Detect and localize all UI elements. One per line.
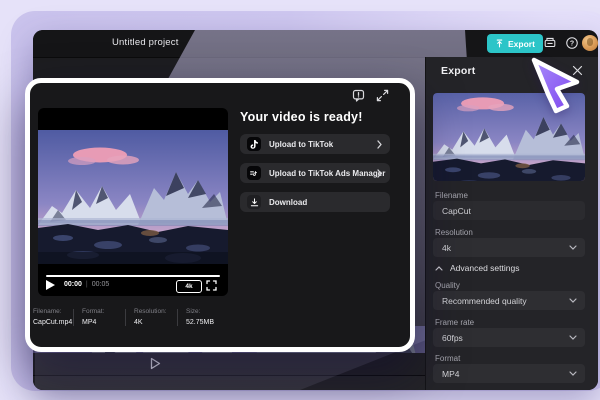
meta-size: Size: 52.75MB <box>186 308 214 326</box>
video-ready-dialog: 00:00 | 00:05 4k Your video is ready! Up… <box>25 78 415 352</box>
meta-label: Format: <box>82 308 105 315</box>
export-panel: Export Filename CapCut Resolution 4k Adv… <box>425 57 598 390</box>
tiktok-icon <box>247 137 261 151</box>
format-label: Format <box>435 354 461 363</box>
meta-divider <box>73 309 74 326</box>
advanced-settings-toggle[interactable]: Advanced settings <box>435 263 519 273</box>
help-icon[interactable]: ? <box>564 35 580 51</box>
advanced-settings-label: Advanced settings <box>450 263 520 273</box>
meta-label: Resolution: <box>134 308 167 315</box>
meta-divider <box>125 309 126 326</box>
upload-icon <box>496 39 503 48</box>
action-label: Download <box>269 197 308 207</box>
meta-value: 4K <box>134 319 143 326</box>
action-label: Upload to TikTok Ads Manager <box>269 168 386 178</box>
upload-tiktok-ads-button[interactable]: Upload to TikTok Ads Manager <box>240 163 390 183</box>
user-avatar[interactable] <box>582 35 598 51</box>
format-value: MP4 <box>442 368 460 379</box>
meta-divider <box>177 309 178 326</box>
export-panel-title: Export <box>441 65 476 77</box>
meta-label: Filename: <box>33 308 62 315</box>
resolution-label: Resolution <box>435 228 473 237</box>
filename-input[interactable]: CapCut <box>433 201 585 220</box>
export-thumbnail <box>433 93 585 181</box>
page-background: Untitled project Export ? Export Filenam… <box>0 0 600 400</box>
timeline-area <box>33 376 425 390</box>
project-title: Untitled project <box>112 37 179 48</box>
quality-value: Recommended quality <box>442 295 527 306</box>
feedback-icon[interactable] <box>352 89 365 102</box>
meta-resolution: Resolution: 4K <box>134 308 167 326</box>
chevron-right-icon <box>377 168 382 178</box>
filename-label: Filename <box>435 191 468 200</box>
export-button[interactable]: Export <box>487 34 543 53</box>
framerate-value: 60fps <box>442 332 463 343</box>
download-icon <box>247 195 261 209</box>
filename-value: CapCut <box>442 205 471 216</box>
format-dropdown[interactable]: MP4 <box>433 364 585 383</box>
quality-label: Quality <box>435 281 460 290</box>
printer-icon[interactable] <box>542 35 558 51</box>
export-button-label: Export <box>508 38 535 49</box>
duration: 00:05 <box>91 281 110 288</box>
tiktok-ads-icon <box>247 166 261 180</box>
chevron-up-icon <box>435 265 443 271</box>
video-player[interactable]: 00:00 | 00:05 4k <box>38 108 228 296</box>
player-toolbar <box>33 353 425 376</box>
meta-value: CapCut.mp4 <box>33 319 73 326</box>
current-time: 00:00 <box>64 281 82 288</box>
meta-value: MP4 <box>82 319 97 326</box>
time-separator: | <box>85 281 88 288</box>
quality-dropdown[interactable]: Recommended quality <box>433 291 585 310</box>
dialog-heading: Your video is ready! <box>240 110 363 124</box>
time-display: 00:00 | 00:05 <box>64 281 109 288</box>
meta-filename: Filename: CapCut.mp4 <box>33 308 72 326</box>
framerate-label: Frame rate <box>435 318 475 327</box>
meta-value: 52.75MB <box>186 319 215 326</box>
meta-label: Size: <box>186 308 201 315</box>
quality-badge[interactable]: 4k <box>176 280 202 293</box>
play-icon[interactable] <box>46 280 55 290</box>
expand-icon[interactable] <box>376 89 389 102</box>
upload-tiktok-button[interactable]: Upload to TikTok <box>240 134 390 154</box>
resolution-value: 4k <box>442 242 451 253</box>
fullscreen-icon[interactable] <box>206 280 218 292</box>
chevron-down-icon <box>569 298 577 303</box>
chevron-down-icon <box>569 371 577 376</box>
chevron-down-icon <box>569 335 577 340</box>
svg-text:?: ? <box>570 41 574 48</box>
play-outline-icon[interactable] <box>150 357 161 370</box>
download-button[interactable]: Download <box>240 192 390 212</box>
chevron-down-icon <box>569 245 577 250</box>
chevron-right-icon <box>377 139 382 149</box>
close-icon[interactable] <box>572 65 585 78</box>
framerate-dropdown[interactable]: 60fps <box>433 328 585 347</box>
video-frame <box>38 130 228 264</box>
meta-format: Format: MP4 <box>82 308 104 326</box>
progress-bar[interactable] <box>46 275 220 277</box>
resolution-dropdown[interactable]: 4k <box>433 238 585 257</box>
action-label: Upload to TikTok <box>269 139 334 149</box>
